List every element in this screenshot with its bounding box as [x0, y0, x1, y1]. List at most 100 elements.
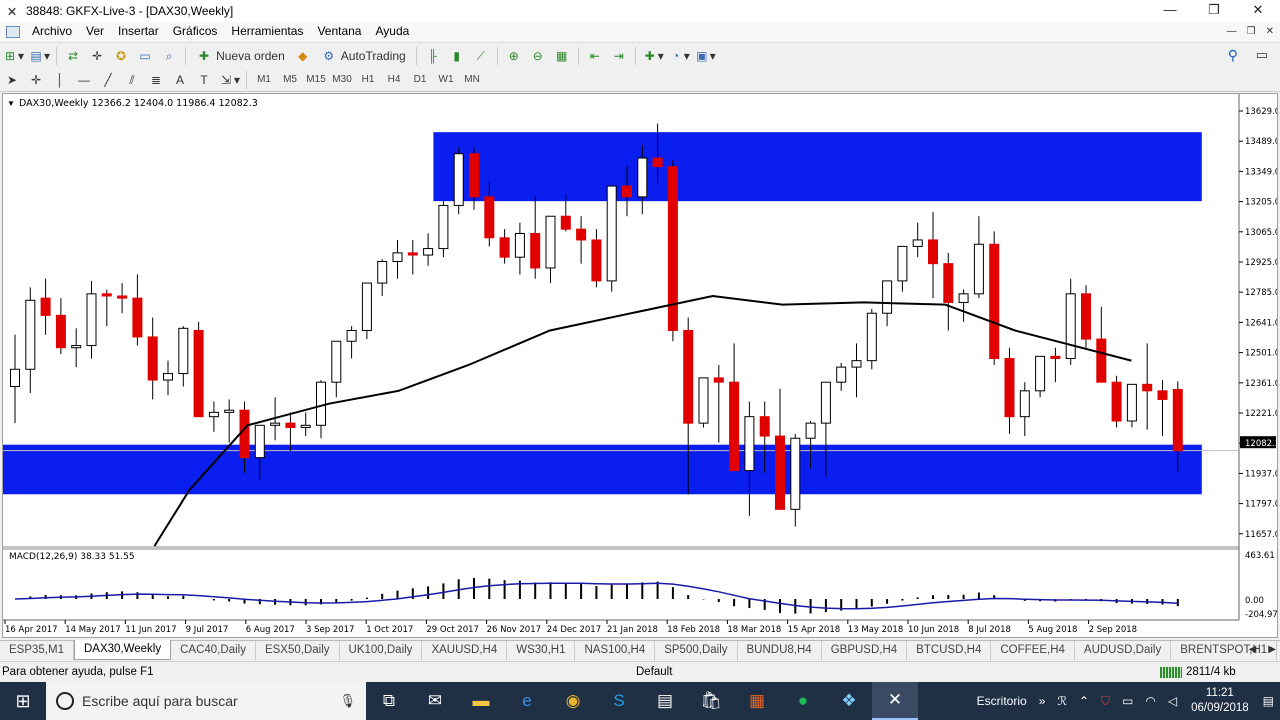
fibonacci-button[interactable]: ≣ — [146, 70, 166, 90]
taskbar-clock[interactable]: 11:21 06/09/2018 — [1191, 686, 1249, 716]
menu-insertar[interactable]: Insertar — [112, 22, 167, 41]
mdi-minimize-icon[interactable]: — — [1227, 22, 1237, 41]
new-order-button[interactable]: ✚ Nueva orden — [192, 46, 289, 66]
data-window-button[interactable]: ✛ — [87, 46, 107, 66]
chart-tab[interactable]: XAUUSD,H4 — [422, 641, 508, 660]
minimize-button[interactable]: — — [1148, 0, 1192, 22]
menu-graficos[interactable]: Gráficos — [167, 22, 226, 41]
timeframe-m1[interactable]: M1 — [251, 74, 277, 85]
chart-tab[interactable]: ESP35,M1 — [0, 641, 74, 660]
timeframe-w1[interactable]: W1 — [433, 74, 459, 85]
restore-button[interactable]: ❐ — [1192, 0, 1236, 22]
chart-canvas[interactable]: 13629.0 13489.0 13349.0 13205.0 13065.0 12925… — [3, 94, 1277, 637]
app-gear-button[interactable]: ❖ — [826, 682, 872, 720]
autoscroll-button[interactable]: ⇥ — [609, 46, 629, 66]
timeframe-h1[interactable]: H1 — [355, 74, 381, 85]
menu-herramientas[interactable]: Herramientas — [225, 22, 311, 41]
channel-button[interactable]: ⫽ — [122, 70, 142, 90]
trendline-button[interactable]: ╱ — [98, 70, 118, 90]
templates-button[interactable]: ▣ ▾ — [694, 46, 716, 66]
autotrading-button[interactable]: ⚙ AutoTrading — [317, 46, 410, 66]
chart-tab[interactable]: BUNDU8,H4 — [738, 641, 822, 660]
status-traffic[interactable]: 2811/4 kb — [1160, 666, 1236, 678]
skype-button[interactable]: S — [596, 682, 642, 720]
shapes-button[interactable]: ⇲ ▾ — [218, 70, 240, 90]
task-view-button[interactable]: ⧉ — [366, 682, 412, 720]
timeframe-h4[interactable]: H4 — [381, 74, 407, 85]
chart-tab[interactable]: GBPUSD,H4 — [822, 641, 908, 660]
cursor-button[interactable]: ➤ — [2, 70, 22, 90]
people-icon[interactable]: ℛ — [1057, 694, 1067, 708]
taskbar-search-box[interactable]: Escribe aquí para buscar 🎙 — [46, 682, 366, 720]
chart-tab[interactable]: UK100,Daily — [340, 641, 423, 660]
microphone-icon[interactable]: 🎙 — [339, 693, 356, 709]
chart-tab[interactable]: NAS100,H4 — [575, 641, 656, 660]
periods-button[interactable]: ◔ ▾ — [668, 46, 690, 66]
metaeditor-button[interactable]: ◆ — [293, 46, 313, 66]
timeframe-m30[interactable]: M30 — [329, 74, 355, 85]
chart-tab[interactable]: WS30,H1 — [507, 641, 576, 660]
zoom-in-button[interactable]: ⊕ — [504, 46, 524, 66]
menu-archivo[interactable]: Archivo — [26, 22, 80, 41]
edge-button[interactable]: e — [504, 682, 550, 720]
chart-tab[interactable]: DAX30,Weekly — [73, 640, 172, 660]
timeframe-m5[interactable]: M5 — [277, 74, 303, 85]
tile-windows-button[interactable]: ▦ — [552, 46, 572, 66]
crosshair-button[interactable]: ✛ — [26, 70, 46, 90]
tab-scroll-left-icon[interactable]: ◀ — [1249, 644, 1257, 655]
network-icon[interactable]: ◠ — [1145, 694, 1155, 708]
tab-scroll-right-icon[interactable]: ▶ — [1268, 644, 1276, 655]
label-button[interactable]: T — [194, 70, 214, 90]
toolbar-expand-icon[interactable]: » — [1039, 694, 1046, 708]
timeframe-m15[interactable]: M15 — [303, 74, 329, 85]
profiles-button[interactable]: ▤ ▾ — [28, 46, 50, 66]
chat-icon[interactable]: ▭ — [1256, 47, 1268, 63]
chart-tab[interactable]: COFFEE,H4 — [991, 641, 1075, 660]
text-button[interactable]: A — [170, 70, 190, 90]
timeframe-mn[interactable]: MN — [459, 74, 485, 85]
chart-document-icon[interactable] — [6, 25, 20, 38]
chart-tab[interactable]: AUDUSD,Daily — [1075, 641, 1172, 660]
chart-tab[interactable]: ESX50,Daily — [256, 641, 340, 660]
menu-ayuda[interactable]: Ayuda — [369, 22, 417, 41]
menu-ver[interactable]: Ver — [80, 22, 112, 41]
notifications-icon[interactable]: ▤ — [1263, 694, 1274, 708]
indicators-button[interactable]: ✚ ▾ — [642, 46, 664, 66]
mail-app-button[interactable]: ✉ — [412, 682, 458, 720]
vertical-line-button[interactable]: │ — [50, 70, 70, 90]
terminal-button[interactable]: ▭ — [135, 46, 155, 66]
chrome-button[interactable]: ◉ — [550, 682, 596, 720]
chart-tab[interactable]: CAC40,Daily — [171, 641, 256, 660]
antivirus-icon[interactable]: ⛉ — [1101, 694, 1110, 709]
spotify-button[interactable]: ● — [780, 682, 826, 720]
status-profile[interactable]: Default — [636, 666, 672, 678]
volume-icon[interactable]: ◁ — [1168, 694, 1177, 708]
battery-icon[interactable]: ▭ — [1122, 694, 1133, 708]
zoom-out-button[interactable]: ⊖ — [528, 46, 548, 66]
candlestick-button[interactable]: ▮ — [447, 46, 467, 66]
chart-tab[interactable]: SP500,Daily — [655, 641, 738, 660]
notes-button[interactable]: ▤ — [642, 682, 688, 720]
office-button[interactable]: ▦ — [734, 682, 780, 720]
timeframe-d1[interactable]: D1 — [407, 74, 433, 85]
chart-shift-button[interactable]: ⇤ — [585, 46, 605, 66]
mdi-restore-icon[interactable]: ❐ — [1247, 22, 1256, 41]
close-button[interactable]: ✕ — [1236, 0, 1280, 22]
new-chart-button[interactable]: ⊞ ▾ — [2, 46, 24, 66]
navigator-button[interactable]: ✪ — [111, 46, 131, 66]
tray-chevron-icon[interactable]: ⌃ — [1079, 694, 1089, 708]
mdi-close-icon[interactable]: ✕ — [1266, 22, 1274, 41]
bar-chart-button[interactable]: ╟ — [423, 46, 443, 66]
market-watch-button[interactable]: ⇄ — [63, 46, 83, 66]
chart-window[interactable]: 13629.0 13489.0 13349.0 13205.0 13065.0 12925… — [2, 93, 1278, 638]
search-icon[interactable]: ⚲ — [1228, 47, 1238, 64]
windows-start-button[interactable]: ⊞ — [0, 682, 46, 720]
file-explorer-button[interactable]: ▬ — [458, 682, 504, 720]
store-button[interactable]: 🛍 — [688, 682, 734, 720]
line-chart-button[interactable]: ⟋ — [471, 46, 491, 66]
menu-ventana[interactable]: Ventana — [311, 22, 369, 41]
desktop-toolbar-label[interactable]: Escritorio — [977, 694, 1027, 708]
chart-tab[interactable]: BTCUSD,H4 — [907, 641, 992, 660]
tester-button[interactable]: ⌕ — [159, 46, 179, 66]
horizontal-line-button[interactable]: — — [74, 70, 94, 90]
